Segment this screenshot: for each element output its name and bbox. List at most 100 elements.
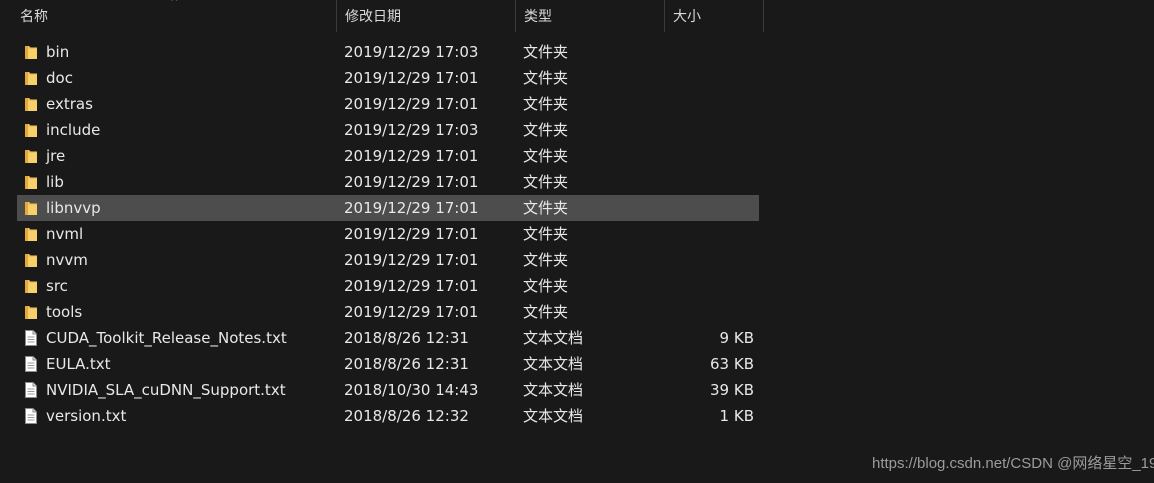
file-type: 文件夹 xyxy=(523,277,569,295)
file-name: extras xyxy=(46,95,93,113)
sort-ascending-icon: ^ xyxy=(170,0,179,8)
file-name: jre xyxy=(46,147,66,165)
folder-icon xyxy=(24,278,38,294)
file-name: nvml xyxy=(46,225,84,243)
modified-date: 2018/10/30 14:43 xyxy=(344,381,479,399)
file-row-selected[interactable]: libnvvp 2019/12/29 17:01 文件夹 xyxy=(0,195,764,221)
watermark-text: https://blog.csdn.net/CSDN @网络星空_1964 xyxy=(872,455,1154,472)
modified-date: 2019/12/29 17:03 xyxy=(344,121,479,139)
column-header-bar: 名称 ^ 修改日期 类型 大小 xyxy=(0,0,764,32)
file-row[interactable]: EULA.txt 2018/8/26 12:31 文本文档 63 KB xyxy=(0,351,764,377)
text-file-icon xyxy=(24,408,38,424)
file-row[interactable]: nvml 2019/12/29 17:01 文件夹 xyxy=(0,221,764,247)
file-size xyxy=(634,143,754,169)
folder-icon xyxy=(24,122,38,138)
column-header-name-label: 名称 xyxy=(20,9,48,25)
column-header-size[interactable]: 大小 xyxy=(665,0,763,32)
file-type: 文本文档 xyxy=(523,407,584,425)
folder-icon xyxy=(24,148,38,164)
folder-icon xyxy=(24,44,38,60)
file-size xyxy=(634,65,754,91)
file-type: 文件夹 xyxy=(523,173,569,191)
file-name: EULA.txt xyxy=(46,355,111,373)
file-size: 9 KB xyxy=(719,329,754,347)
modified-date: 2019/12/29 17:01 xyxy=(344,95,479,113)
folder-icon xyxy=(24,96,38,112)
file-row[interactable]: lib 2019/12/29 17:01 文件夹 xyxy=(0,169,764,195)
file-type: 文本文档 xyxy=(523,329,584,347)
file-type: 文件夹 xyxy=(523,69,569,87)
file-size: 1 KB xyxy=(719,407,754,425)
file-row[interactable]: CUDA_Toolkit_Release_Notes.txt 2018/8/26 … xyxy=(0,325,764,351)
file-size xyxy=(634,39,754,65)
file-name: include xyxy=(46,121,101,139)
file-type: 文件夹 xyxy=(523,147,569,165)
file-type: 文件夹 xyxy=(523,121,569,139)
file-row[interactable]: version.txt 2018/8/26 12:32 文本文档 1 KB xyxy=(0,403,764,429)
file-list: bin 2019/12/29 17:03 文件夹 doc 2019/12/29 17:0… xyxy=(0,39,764,429)
file-name: lib xyxy=(46,173,64,191)
file-name: libnvvp xyxy=(46,199,101,217)
modified-date: 2019/12/29 17:01 xyxy=(344,147,479,165)
file-row[interactable]: bin 2019/12/29 17:03 文件夹 xyxy=(0,39,764,65)
file-explorer: 名称 ^ 修改日期 类型 大小 bin 2019/12/29 17:03 文件夹 do… xyxy=(0,0,1154,483)
text-file-icon xyxy=(24,356,38,372)
file-size xyxy=(634,195,754,221)
file-type: 文件夹 xyxy=(523,251,569,269)
file-name: src xyxy=(46,277,68,295)
file-size xyxy=(634,169,754,195)
column-header-date-label: 修改日期 xyxy=(345,9,401,25)
file-size xyxy=(634,221,754,247)
file-name: doc xyxy=(46,69,73,87)
file-size xyxy=(634,91,754,117)
file-type: 文件夹 xyxy=(523,95,569,113)
column-divider[interactable] xyxy=(763,0,764,32)
file-size: 63 KB xyxy=(710,355,754,373)
file-type: 文件夹 xyxy=(523,43,569,61)
modified-date: 2019/12/29 17:01 xyxy=(344,277,479,295)
file-name: nvvm xyxy=(46,251,88,269)
file-name: tools xyxy=(46,303,83,321)
file-name: version.txt xyxy=(46,407,127,425)
modified-date: 2018/8/26 12:31 xyxy=(344,355,469,373)
modified-date: 2018/8/26 12:32 xyxy=(344,407,469,425)
modified-date: 2019/12/29 17:01 xyxy=(344,69,479,87)
column-header-size-label: 大小 xyxy=(673,9,701,25)
file-size xyxy=(634,273,754,299)
column-header-type-label: 类型 xyxy=(524,9,552,25)
file-type: 文件夹 xyxy=(523,225,569,243)
folder-icon xyxy=(24,226,38,242)
file-name: bin xyxy=(46,43,70,61)
file-size: 39 KB xyxy=(710,381,754,399)
modified-date: 2018/8/26 12:31 xyxy=(344,329,469,347)
file-row[interactable]: jre 2019/12/29 17:01 文件夹 xyxy=(0,143,764,169)
file-row[interactable]: nvvm 2019/12/29 17:01 文件夹 xyxy=(0,247,764,273)
file-row[interactable]: src 2019/12/29 17:01 文件夹 xyxy=(0,273,764,299)
file-type: 文件夹 xyxy=(523,199,569,217)
text-file-icon xyxy=(24,382,38,398)
modified-date: 2019/12/29 17:01 xyxy=(344,199,479,217)
file-row[interactable]: include 2019/12/29 17:03 文件夹 xyxy=(0,117,764,143)
folder-icon xyxy=(24,174,38,190)
file-name: NVIDIA_SLA_cuDNN_Support.txt xyxy=(46,381,286,399)
text-file-icon xyxy=(24,330,38,346)
file-size xyxy=(634,299,754,325)
file-type: 文件夹 xyxy=(523,303,569,321)
modified-date: 2019/12/29 17:01 xyxy=(344,173,479,191)
file-size xyxy=(634,247,754,273)
file-size xyxy=(634,117,754,143)
folder-icon xyxy=(24,70,38,86)
folder-icon xyxy=(24,252,38,268)
folder-icon xyxy=(24,304,38,320)
modified-date: 2019/12/29 17:01 xyxy=(344,251,479,269)
file-row[interactable]: doc 2019/12/29 17:01 文件夹 xyxy=(0,65,764,91)
file-row[interactable]: extras 2019/12/29 17:01 文件夹 xyxy=(0,91,764,117)
column-header-date[interactable]: 修改日期 xyxy=(337,0,515,32)
file-row[interactable]: tools 2019/12/29 17:01 文件夹 xyxy=(0,299,764,325)
column-header-type[interactable]: 类型 xyxy=(516,0,664,32)
file-row[interactable]: NVIDIA_SLA_cuDNN_Support.txt 2018/10/30 1… xyxy=(0,377,764,403)
modified-date: 2019/12/29 17:01 xyxy=(344,303,479,321)
modified-date: 2019/12/29 17:03 xyxy=(344,43,479,61)
file-type: 文本文档 xyxy=(523,381,584,399)
file-name: CUDA_Toolkit_Release_Notes.txt xyxy=(46,329,287,347)
